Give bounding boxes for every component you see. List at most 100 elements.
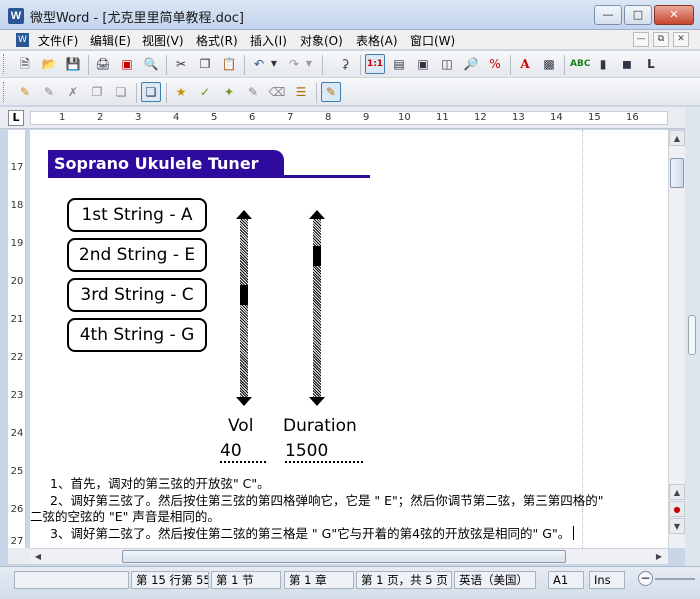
browse-object-icon[interactable]: ●: [669, 501, 685, 517]
duration-slider-thumb[interactable]: [313, 245, 321, 266]
volume-slider-thumb[interactable]: [240, 285, 248, 306]
duration-slider[interactable]: [309, 210, 325, 406]
find-binoculars-icon[interactable]: ⚳: [335, 54, 355, 74]
open-folder-icon[interactable]: 📂: [39, 54, 59, 74]
zoom-icon[interactable]: 🔎: [461, 54, 481, 74]
redo-icon[interactable]: ↷: [284, 54, 304, 74]
spell-check-icon[interactable]: ABC: [569, 54, 590, 74]
vertical-scrollbar[interactable]: ▲ ▲ ● ▼: [668, 130, 685, 548]
string-4-button[interactable]: 4th String - G: [67, 318, 207, 352]
mdi-minimize-button[interactable]: —: [633, 32, 649, 47]
menu-format[interactable]: 格式(R): [196, 32, 238, 49]
highlight-icon[interactable]: ✎: [15, 82, 35, 102]
zoom-slider[interactable]: [655, 578, 695, 580]
copy-icon[interactable]: ❐: [195, 54, 215, 74]
maximize-button[interactable]: □: [624, 5, 652, 25]
document-icon[interactable]: W: [16, 33, 29, 47]
ruler-scale[interactable]: 1 2 3 4 5 6 7 8 9 10 11 12 13 14 15 16: [30, 111, 668, 125]
status-empty: [14, 571, 129, 589]
slider-down-arrow-icon[interactable]: [309, 397, 325, 406]
wand-icon[interactable]: ✦: [219, 82, 239, 102]
ruler-number: 20: [10, 276, 24, 287]
toolbar-grip[interactable]: [3, 82, 6, 102]
close-button[interactable]: ✕: [654, 5, 694, 25]
print-preview-icon[interactable]: 🔍: [141, 54, 161, 74]
volume-value[interactable]: 40: [220, 441, 266, 463]
tab-stop-selector[interactable]: L: [8, 110, 24, 126]
string-1-button[interactable]: 1st String - A: [67, 198, 207, 232]
menu-edit[interactable]: 编辑(E): [90, 32, 131, 49]
ruler-number: 13: [512, 112, 525, 123]
edit-notes-icon[interactable]: ✎: [321, 82, 341, 102]
horizontal-scrollbar[interactable]: ◀ ▶: [30, 548, 668, 564]
ruler-number: 17: [10, 162, 24, 173]
undo-icon[interactable]: ↶: [249, 54, 269, 74]
save-icon[interactable]: 💾: [63, 54, 83, 74]
vertical-ruler[interactable]: 17 18 19 20 21 22 23 24 25 26 27: [8, 130, 26, 548]
print-icon[interactable]: 🖨: [93, 54, 113, 74]
splitter-handle[interactable]: [688, 315, 696, 355]
word-app-icon[interactable]: W: [8, 8, 24, 24]
menu-window[interactable]: 窗口(W): [410, 32, 455, 49]
string-2-button[interactable]: 2nd String - E: [67, 238, 207, 272]
toolbar-grip[interactable]: [3, 54, 6, 74]
scroll-right-arrow-icon[interactable]: ▶: [651, 549, 667, 564]
check-mark-icon[interactable]: ✓: [195, 82, 215, 102]
column-chart-icon[interactable]: ▮: [593, 54, 613, 74]
copy-shape-icon[interactable]: ❐: [87, 82, 107, 102]
drawing-toolbar: ✎ ✎ ✗ ❐ ❏ ❏ ★ ✓ ✦ ✎ ⌫ ☰ ✎: [0, 78, 700, 106]
arrange-icon[interactable]: ❏: [141, 82, 161, 102]
document-page[interactable]: Soprano Ukulele Tuner 1st String - A 2nd…: [30, 130, 668, 548]
two-pages-icon[interactable]: ◫: [437, 54, 457, 74]
edit-shape-icon[interactable]: ✎: [39, 82, 59, 102]
status-insert-mode[interactable]: Ins: [589, 571, 625, 589]
volume-slider[interactable]: [236, 210, 252, 406]
cut-icon[interactable]: ✂: [171, 54, 191, 74]
ruler-number: 8: [325, 112, 332, 123]
slider-up-arrow-icon[interactable]: [236, 210, 252, 219]
scroll-up-arrow-icon[interactable]: ▲: [669, 130, 685, 146]
slider-up-arrow-icon[interactable]: [309, 210, 325, 219]
mdi-close-button[interactable]: ✕: [673, 32, 689, 47]
menu-table[interactable]: 表格(A): [356, 32, 398, 49]
zoom-percent-icon[interactable]: %: [485, 54, 505, 74]
page-width-icon[interactable]: ▤: [389, 54, 409, 74]
duration-value[interactable]: 1500: [285, 441, 363, 463]
pencil-icon[interactable]: ✎: [243, 82, 263, 102]
slider-down-arrow-icon[interactable]: [236, 397, 252, 406]
scroll-down-arrow-icon[interactable]: ▼: [669, 518, 685, 534]
whole-page-icon[interactable]: ▣: [413, 54, 433, 74]
star-icon[interactable]: ★: [171, 82, 191, 102]
paste-shape-icon[interactable]: ❏: [111, 82, 131, 102]
eraser-icon[interactable]: ⌫: [267, 82, 287, 102]
scroll-left-arrow-icon[interactable]: ◀: [30, 549, 46, 564]
scroll-up-arrow-icon[interactable]: ▲: [669, 484, 685, 500]
slider-track[interactable]: [240, 219, 248, 397]
menu-object[interactable]: 对象(O): [300, 32, 343, 49]
menu-insert[interactable]: 插入(I): [250, 32, 287, 49]
horizontal-scroll-thumb[interactable]: [122, 550, 566, 563]
delete-shape-icon[interactable]: ✗: [63, 82, 83, 102]
format-picture-icon[interactable]: ▩: [539, 54, 559, 74]
notes-icon[interactable]: ☰: [291, 82, 311, 102]
view-buttons[interactable]: [8, 548, 30, 564]
menu-file[interactable]: 文件(F): [38, 32, 78, 49]
undo-dropdown-icon[interactable]: ▼: [268, 54, 280, 74]
paste-icon[interactable]: 📋: [219, 54, 239, 74]
pdf-export-icon[interactable]: ▣: [117, 54, 137, 74]
new-document-icon[interactable]: 🗎: [15, 54, 35, 74]
vertical-scroll-thumb[interactable]: [670, 158, 684, 188]
mdi-restore-button[interactable]: ⧉: [653, 32, 669, 47]
ruler-number: 24: [10, 428, 24, 439]
redo-dropdown-icon[interactable]: ▼: [303, 54, 315, 74]
paragraph-line-4: 3、调好第二弦了。然后按住第二弦的第三格是 " G"它与开着的第4弦的开放弦是相…: [50, 523, 575, 542]
actual-size-icon[interactable]: 1:1: [365, 54, 385, 74]
minimize-button[interactable]: —: [594, 5, 622, 25]
shapes-icon[interactable]: ◼: [617, 54, 637, 74]
font-color-icon[interactable]: A: [515, 54, 535, 74]
string-3-button[interactable]: 3rd String - C: [67, 278, 207, 312]
zoom-out-icon[interactable]: −: [638, 571, 653, 586]
tuner-title-underline: [284, 175, 370, 178]
text-frame-icon[interactable]: L: [641, 54, 661, 74]
menu-view[interactable]: 视图(V): [142, 32, 184, 49]
